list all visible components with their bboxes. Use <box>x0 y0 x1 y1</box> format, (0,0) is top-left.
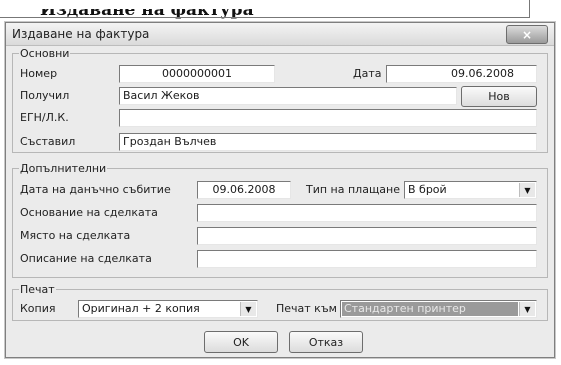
recipient-field[interactable]: Васил Жеков <box>119 87 457 105</box>
basic-group-title: Основни <box>20 47 70 60</box>
copy-select[interactable]: Оригинал + 2 копия ▼ <box>78 300 258 318</box>
tax-date-label: Дата на данъчно събитие <box>20 183 171 196</box>
number-field[interactable]: 0000000001 <box>119 65 275 83</box>
print-group-title: Печат <box>20 283 55 296</box>
document-rule <box>0 17 530 18</box>
place-label: Място на сделката <box>20 229 131 242</box>
cancel-button[interactable]: Отказ <box>289 331 363 353</box>
dialog-titlebar[interactable]: Издаване на фактура × <box>6 23 554 46</box>
basis-field[interactable] <box>197 204 537 222</box>
new-button[interactable]: Нов <box>461 86 537 107</box>
date-field[interactable]: 09.06.2008 <box>386 65 537 83</box>
print-to-label: Печат към <box>276 302 337 315</box>
additional-group-title: Допълнителни <box>20 162 107 175</box>
compiled-label: Съставил <box>20 135 76 148</box>
date-label: Дата <box>353 67 382 80</box>
place-field[interactable] <box>197 227 537 245</box>
close-button[interactable]: × <box>506 25 548 44</box>
chevron-down-icon[interactable]: ▼ <box>519 183 535 197</box>
dialog-title: Издаване на фактура <box>12 27 150 41</box>
compiled-field[interactable]: Гроздан Вълчев <box>119 133 537 151</box>
chevron-down-icon[interactable]: ▼ <box>519 302 535 316</box>
recipient-label: Получил <box>20 89 70 102</box>
tax-date-field[interactable]: 09.06.2008 <box>197 181 291 199</box>
basis-label: Основание на сделката <box>20 206 158 219</box>
print-to-select[interactable]: Стандартен принтер ▼ <box>340 300 537 318</box>
egn-label: ЕГН/Л.К. <box>20 111 69 124</box>
payment-type-label: Тип на плащане <box>306 183 401 196</box>
close-icon: × <box>521 27 533 42</box>
copy-value: Оригинал + 2 копия <box>82 302 200 315</box>
egn-field[interactable] <box>119 109 537 127</box>
description-field[interactable] <box>197 250 537 268</box>
print-to-value: Стандартен принтер <box>342 302 518 316</box>
description-label: Описание на сделката <box>20 252 152 265</box>
payment-type-value: В брой <box>408 183 447 196</box>
document-rule-end <box>529 0 530 18</box>
invoice-dialog: Издаване на фактура × Основни Номер 0000… <box>5 22 555 358</box>
copy-label: Копия <box>20 302 56 315</box>
number-label: Номер <box>20 67 58 80</box>
chevron-down-icon[interactable]: ▼ <box>240 302 256 316</box>
ok-button[interactable]: OK <box>204 331 278 353</box>
payment-type-select[interactable]: В брой ▼ <box>404 181 537 199</box>
